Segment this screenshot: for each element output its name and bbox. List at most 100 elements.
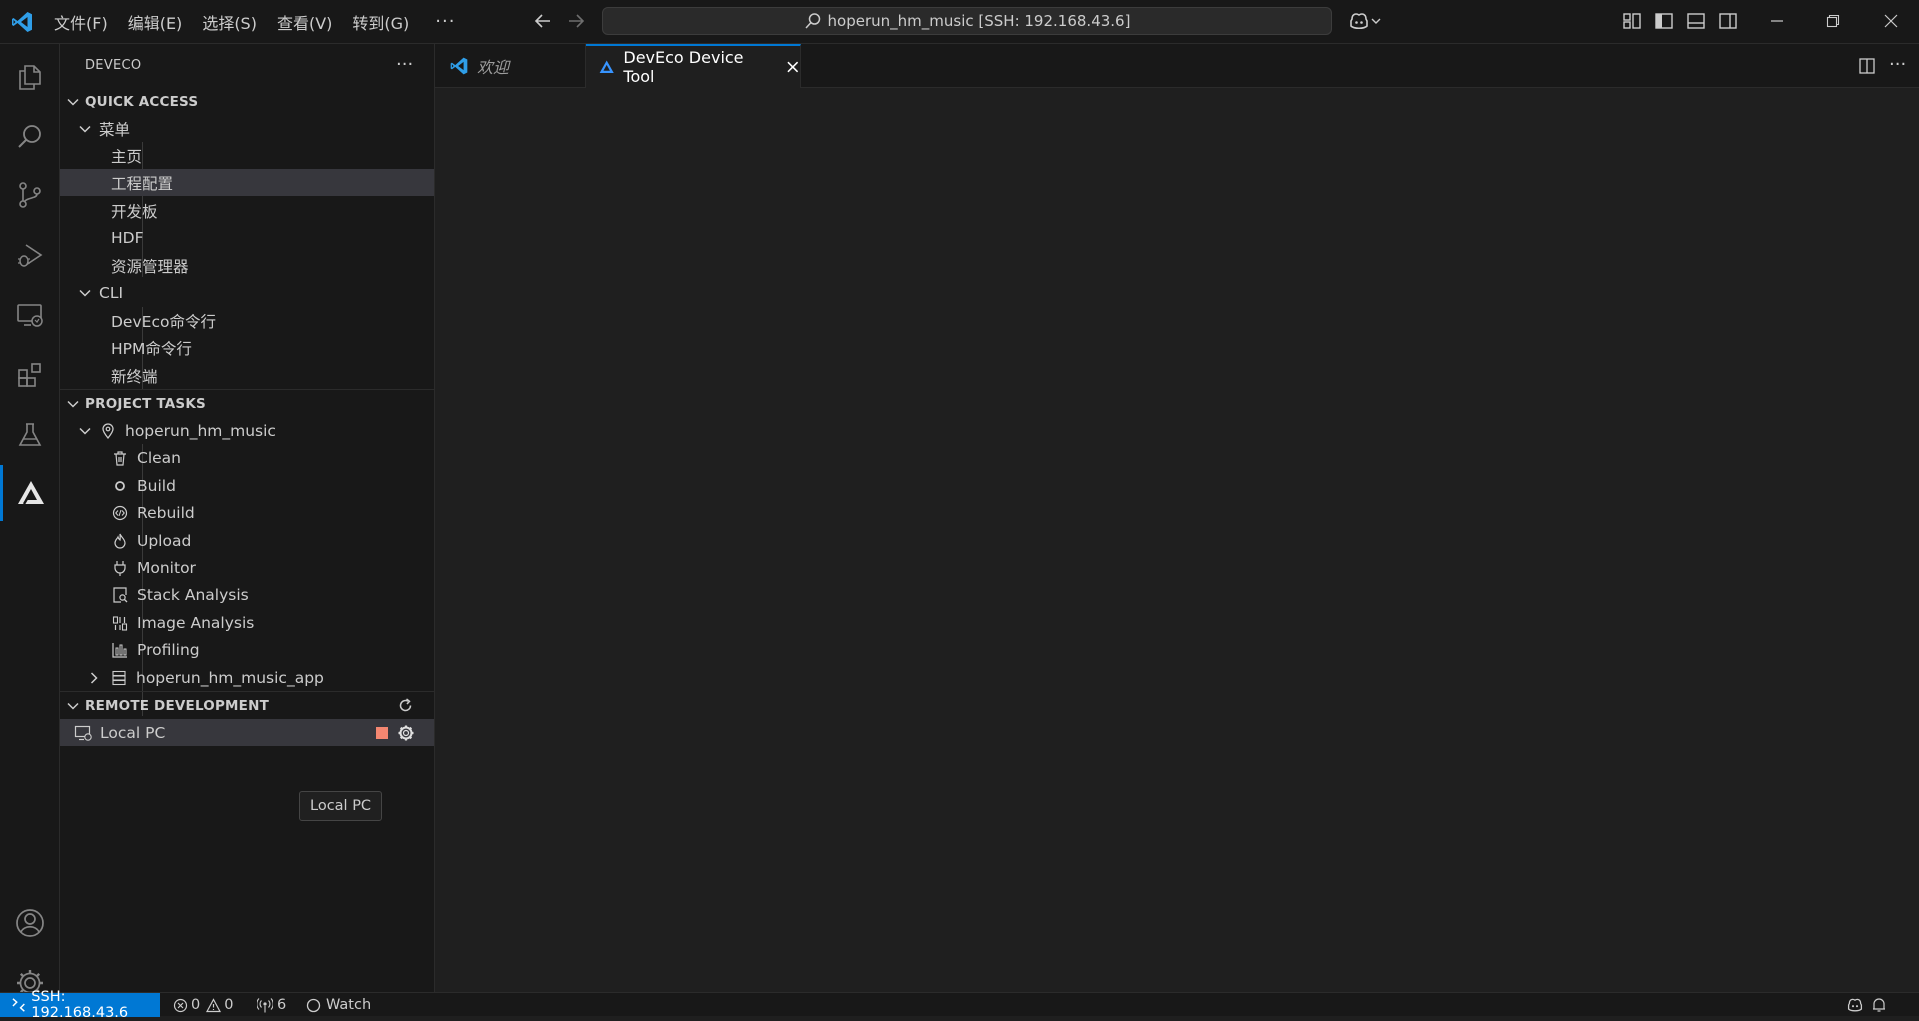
customize-layout-icon[interactable]	[1622, 11, 1642, 31]
testing-button[interactable]	[0, 407, 59, 463]
close-window-button[interactable]	[1876, 8, 1906, 34]
task-profiling[interactable]: Profiling	[60, 636, 434, 663]
toggle-secondary-sidebar-icon[interactable]	[1718, 11, 1738, 31]
search-icon	[804, 13, 820, 29]
remote-explorer-icon	[16, 304, 43, 327]
search-view-button[interactable]	[0, 109, 59, 165]
task-rebuild[interactable]: Rebuild	[60, 499, 434, 526]
toggle-panel-icon[interactable]	[1686, 11, 1706, 31]
remote-item-local-pc[interactable]: Local PC	[60, 719, 434, 746]
tab-welcome[interactable]: 欢迎	[435, 44, 586, 87]
tree-group-cli[interactable]: CLI	[60, 279, 434, 306]
activity-bar	[0, 44, 60, 996]
task-monitor[interactable]: Monitor	[60, 554, 434, 581]
copilot-status[interactable]	[1846, 993, 1864, 1017]
minimize-button[interactable]	[1762, 8, 1792, 34]
settings-gear-icon[interactable]	[397, 724, 415, 742]
cli-item-label: DevEco命令行	[111, 312, 216, 331]
error-count: 0	[191, 997, 201, 1013]
task-build[interactable]: Build	[60, 472, 434, 499]
chevron-down-icon	[79, 289, 91, 297]
explorer-button[interactable]	[0, 49, 59, 105]
forward-arrow-icon[interactable]	[565, 10, 587, 32]
menu-go[interactable]: 转到(G)	[342, 10, 419, 34]
stop-button[interactable]	[376, 727, 388, 739]
refresh-icon[interactable]	[397, 697, 414, 714]
source-control-button[interactable]	[0, 167, 59, 223]
task-upload[interactable]: Upload	[60, 527, 434, 554]
warning-count: 0	[224, 997, 234, 1013]
command-center-search[interactable]: hoperun_hm_music [SSH: 192.168.43.6]	[602, 7, 1332, 35]
close-icon	[1884, 14, 1898, 28]
menu-edit[interactable]: 编辑(E)	[118, 10, 193, 34]
remote-explorer-button[interactable]	[0, 287, 59, 343]
menu-view[interactable]: 查看(V)	[267, 10, 342, 34]
command-center-text: hoperun_hm_music [SSH: 192.168.43.6]	[827, 12, 1131, 30]
close-tab-icon[interactable]	[786, 60, 800, 74]
problems-indicator[interactable]: 0 0	[173, 993, 233, 1017]
remote-development-label: REMOTE DEVELOPMENT	[85, 697, 270, 714]
chevron-down-icon	[1371, 18, 1381, 24]
editor-tab-bar: 欢迎 DevEco Device Tool ···	[435, 44, 1919, 88]
watch-indicator[interactable]: Watch	[306, 993, 371, 1017]
editor-area[interactable]	[435, 88, 1919, 992]
minimize-icon	[1771, 20, 1783, 22]
error-icon	[173, 998, 188, 1012]
chevron-down-icon	[67, 98, 79, 106]
vscode-logo-icon	[450, 57, 468, 74]
tooltip: Local PC	[299, 791, 383, 821]
menu-item-label: HDF	[111, 228, 144, 247]
cli-item-hpm[interactable]: HPM命令行	[60, 334, 434, 361]
remote-development-header[interactable]: REMOTE DEVELOPMENT	[60, 692, 434, 719]
deveco-sidebar: DEVECO ··· QUICK ACCESS 菜单 主页 工程配置 开发板 H…	[60, 44, 435, 992]
menu-file[interactable]: 文件(F)	[44, 10, 118, 34]
restore-button[interactable]	[1818, 8, 1848, 34]
sub-project-node[interactable]: hoperun_hm_music_app	[60, 664, 434, 691]
notifications-button[interactable]	[1871, 993, 1887, 1017]
menu-item-resource-manager[interactable]: 资源管理器	[60, 252, 434, 279]
task-label: Stack Analysis	[137, 585, 249, 604]
task-image-analysis[interactable]: Image Analysis	[60, 609, 434, 636]
deveco-button[interactable]	[0, 465, 59, 521]
menu-selection[interactable]: 选择(S)	[192, 10, 267, 34]
accounts-button[interactable]	[0, 895, 59, 951]
editor-more-actions-button[interactable]: ···	[1889, 54, 1906, 75]
task-clean[interactable]: Clean	[60, 444, 434, 471]
tree-group-menu[interactable]: 菜单	[60, 115, 434, 142]
deveco-icon	[18, 481, 44, 505]
toggle-primary-sidebar-icon[interactable]	[1654, 11, 1674, 31]
tab-deveco-device-tool[interactable]: DevEco Device Tool	[586, 44, 801, 88]
testing-icon	[18, 423, 41, 446]
watch-label: Watch	[326, 997, 372, 1013]
ports-indicator[interactable]: 6	[257, 993, 286, 1017]
cli-item-deveco[interactable]: DevEco命令行	[60, 307, 434, 334]
menu-bar: 文件(F) 编辑(E) 选择(S) 查看(V) 转到(G) ···	[44, 0, 467, 43]
task-stack-analysis[interactable]: Stack Analysis	[60, 581, 434, 608]
project-tasks-header[interactable]: PROJECT TASKS	[60, 390, 434, 417]
cli-item-new-terminal[interactable]: 新终端	[60, 362, 434, 389]
menu-item-label: 工程配置	[111, 174, 174, 193]
menu-item-boards[interactable]: 开发板	[60, 197, 434, 224]
menu-item-hdf[interactable]: HDF	[60, 224, 434, 251]
run-debug-button[interactable]	[0, 227, 59, 283]
remote-indicator[interactable]: SSH: 192.168.43.6	[0, 989, 160, 1021]
tab-label: DevEco Device Tool	[623, 48, 744, 86]
copilot-button[interactable]	[1348, 10, 1388, 32]
extensions-button[interactable]	[0, 347, 59, 403]
split-editor-icon[interactable]	[1858, 57, 1876, 75]
run-debug-icon	[17, 244, 42, 267]
menu-item-home[interactable]: 主页	[60, 142, 434, 169]
task-label: Monitor	[137, 558, 196, 577]
menu-item-project-config[interactable]: 工程配置	[60, 169, 434, 196]
source-control-icon	[18, 182, 41, 208]
quick-access-header[interactable]: QUICK ACCESS	[60, 88, 434, 115]
back-arrow-icon[interactable]	[532, 10, 554, 32]
bar-chart-icon	[111, 641, 129, 659]
project-node[interactable]: hoperun_hm_music	[60, 417, 434, 444]
search-icon	[17, 125, 41, 148]
chevron-down-icon	[67, 400, 79, 408]
cli-item-label: HPM命令行	[111, 339, 192, 358]
menu-more-button[interactable]: ···	[419, 11, 467, 32]
project-name: hoperun_hm_music	[125, 421, 276, 440]
sidebar-more-button[interactable]: ···	[396, 54, 413, 75]
